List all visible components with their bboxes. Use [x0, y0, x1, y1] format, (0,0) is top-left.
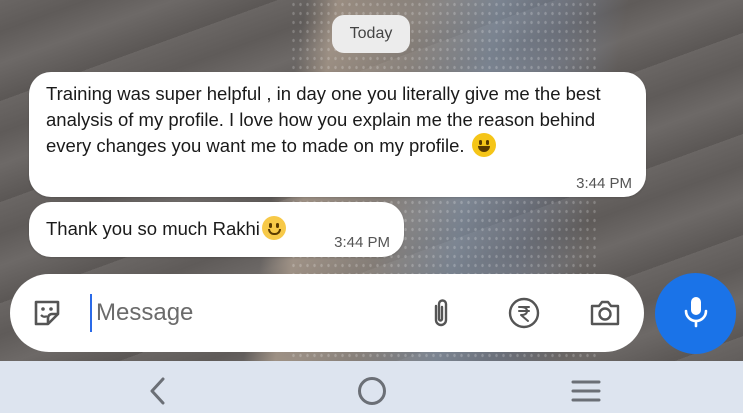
grinning-emoji-icon	[471, 133, 496, 157]
message-composer	[10, 274, 644, 352]
message-bubble[interactable]: Training was super helpful , in day one …	[29, 72, 646, 197]
sticker-icon[interactable]	[30, 296, 64, 330]
message-timestamp: 3:44 PM	[576, 175, 632, 192]
message-text: Training was super helpful , in day one …	[46, 83, 601, 156]
back-icon[interactable]	[138, 371, 178, 411]
recent-apps-icon[interactable]	[566, 371, 606, 411]
system-navigation-bar	[0, 361, 743, 413]
message-timestamp: 3:44 PM	[334, 234, 390, 251]
attachment-icon[interactable]	[424, 296, 458, 330]
message-bubble[interactable]: Thank you so much Rakhi 3:44 PM	[29, 202, 404, 257]
smiling-emoji-icon	[261, 216, 286, 240]
microphone-icon	[681, 294, 711, 333]
camera-icon[interactable]	[588, 296, 622, 330]
microphone-button[interactable]	[655, 273, 736, 354]
message-input[interactable]	[90, 294, 396, 332]
date-divider: Today	[332, 15, 410, 53]
message-text: Thank you so much Rakhi	[46, 218, 260, 239]
message-text-wrapper: Thank you so much Rakhi	[46, 216, 286, 240]
rupee-icon[interactable]	[507, 296, 541, 330]
message-text-wrapper: Training was super helpful , in day one …	[46, 81, 631, 159]
home-icon[interactable]	[352, 371, 392, 411]
